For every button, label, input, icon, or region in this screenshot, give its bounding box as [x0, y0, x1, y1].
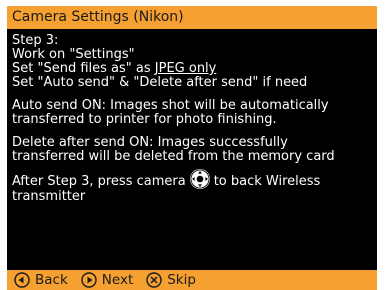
wireless-transmitter-screen: Camera Settings (Nikon) Step 3: Work on … — [7, 6, 377, 290]
next-label: Next — [101, 272, 134, 288]
delete-line-2: transferred will be deleted from the mem… — [12, 149, 335, 164]
instructions-panel: Step 3: Work on "Settings" Set "Send fil… — [12, 34, 374, 213]
circle-x-icon — [146, 272, 162, 288]
send-files-value: JPEG only — [154, 61, 217, 76]
navigation-bar: Back Next Skip — [7, 270, 377, 290]
next-button[interactable]: Next — [81, 270, 133, 290]
back-label: Back — [35, 272, 68, 288]
delete-line-1: Delete after send ON: Images successfull… — [12, 135, 288, 150]
back-button[interactable]: Back — [14, 270, 68, 290]
auto-send-line-2: transferred to printer for photo finishi… — [12, 112, 277, 127]
after-step-note: After Step 3, press camera to back Wirel… — [12, 169, 374, 204]
circle-left-arrow-icon — [14, 272, 30, 288]
after-step-line-2: transmitter — [12, 189, 86, 204]
skip-label: Skip — [167, 272, 196, 288]
step-3-instructions: Step 3: Work on "Settings" Set "Send fil… — [12, 34, 374, 90]
camera-multi-selector-icon — [189, 168, 211, 190]
page-title: Camera Settings (Nikon) — [7, 6, 377, 29]
step-line-auto-send: Set "Auto send" & "Delete after send" if… — [12, 75, 308, 90]
delete-after-send-note: Delete after send ON: Images successfull… — [12, 136, 374, 164]
skip-button[interactable]: Skip — [146, 270, 196, 290]
auto-send-note: Auto send ON: Images shot will be automa… — [12, 99, 374, 127]
send-files-label: Set "Send files as" as — [12, 61, 155, 76]
after-step-suffix: to back Wireless — [213, 174, 321, 189]
step-heading: Step 3: — [12, 33, 59, 48]
step-line-send-files: Set "Send files as" as JPEG only — [12, 62, 374, 76]
after-step-line-1: After Step 3, press camera to back Wirel… — [12, 169, 374, 190]
circle-right-arrow-icon — [81, 272, 97, 288]
auto-send-line-1: Auto send ON: Images shot will be automa… — [12, 98, 329, 113]
after-step-prefix: After Step 3, press camera — [12, 174, 186, 189]
step-line-settings: Work on "Settings" — [12, 47, 135, 62]
